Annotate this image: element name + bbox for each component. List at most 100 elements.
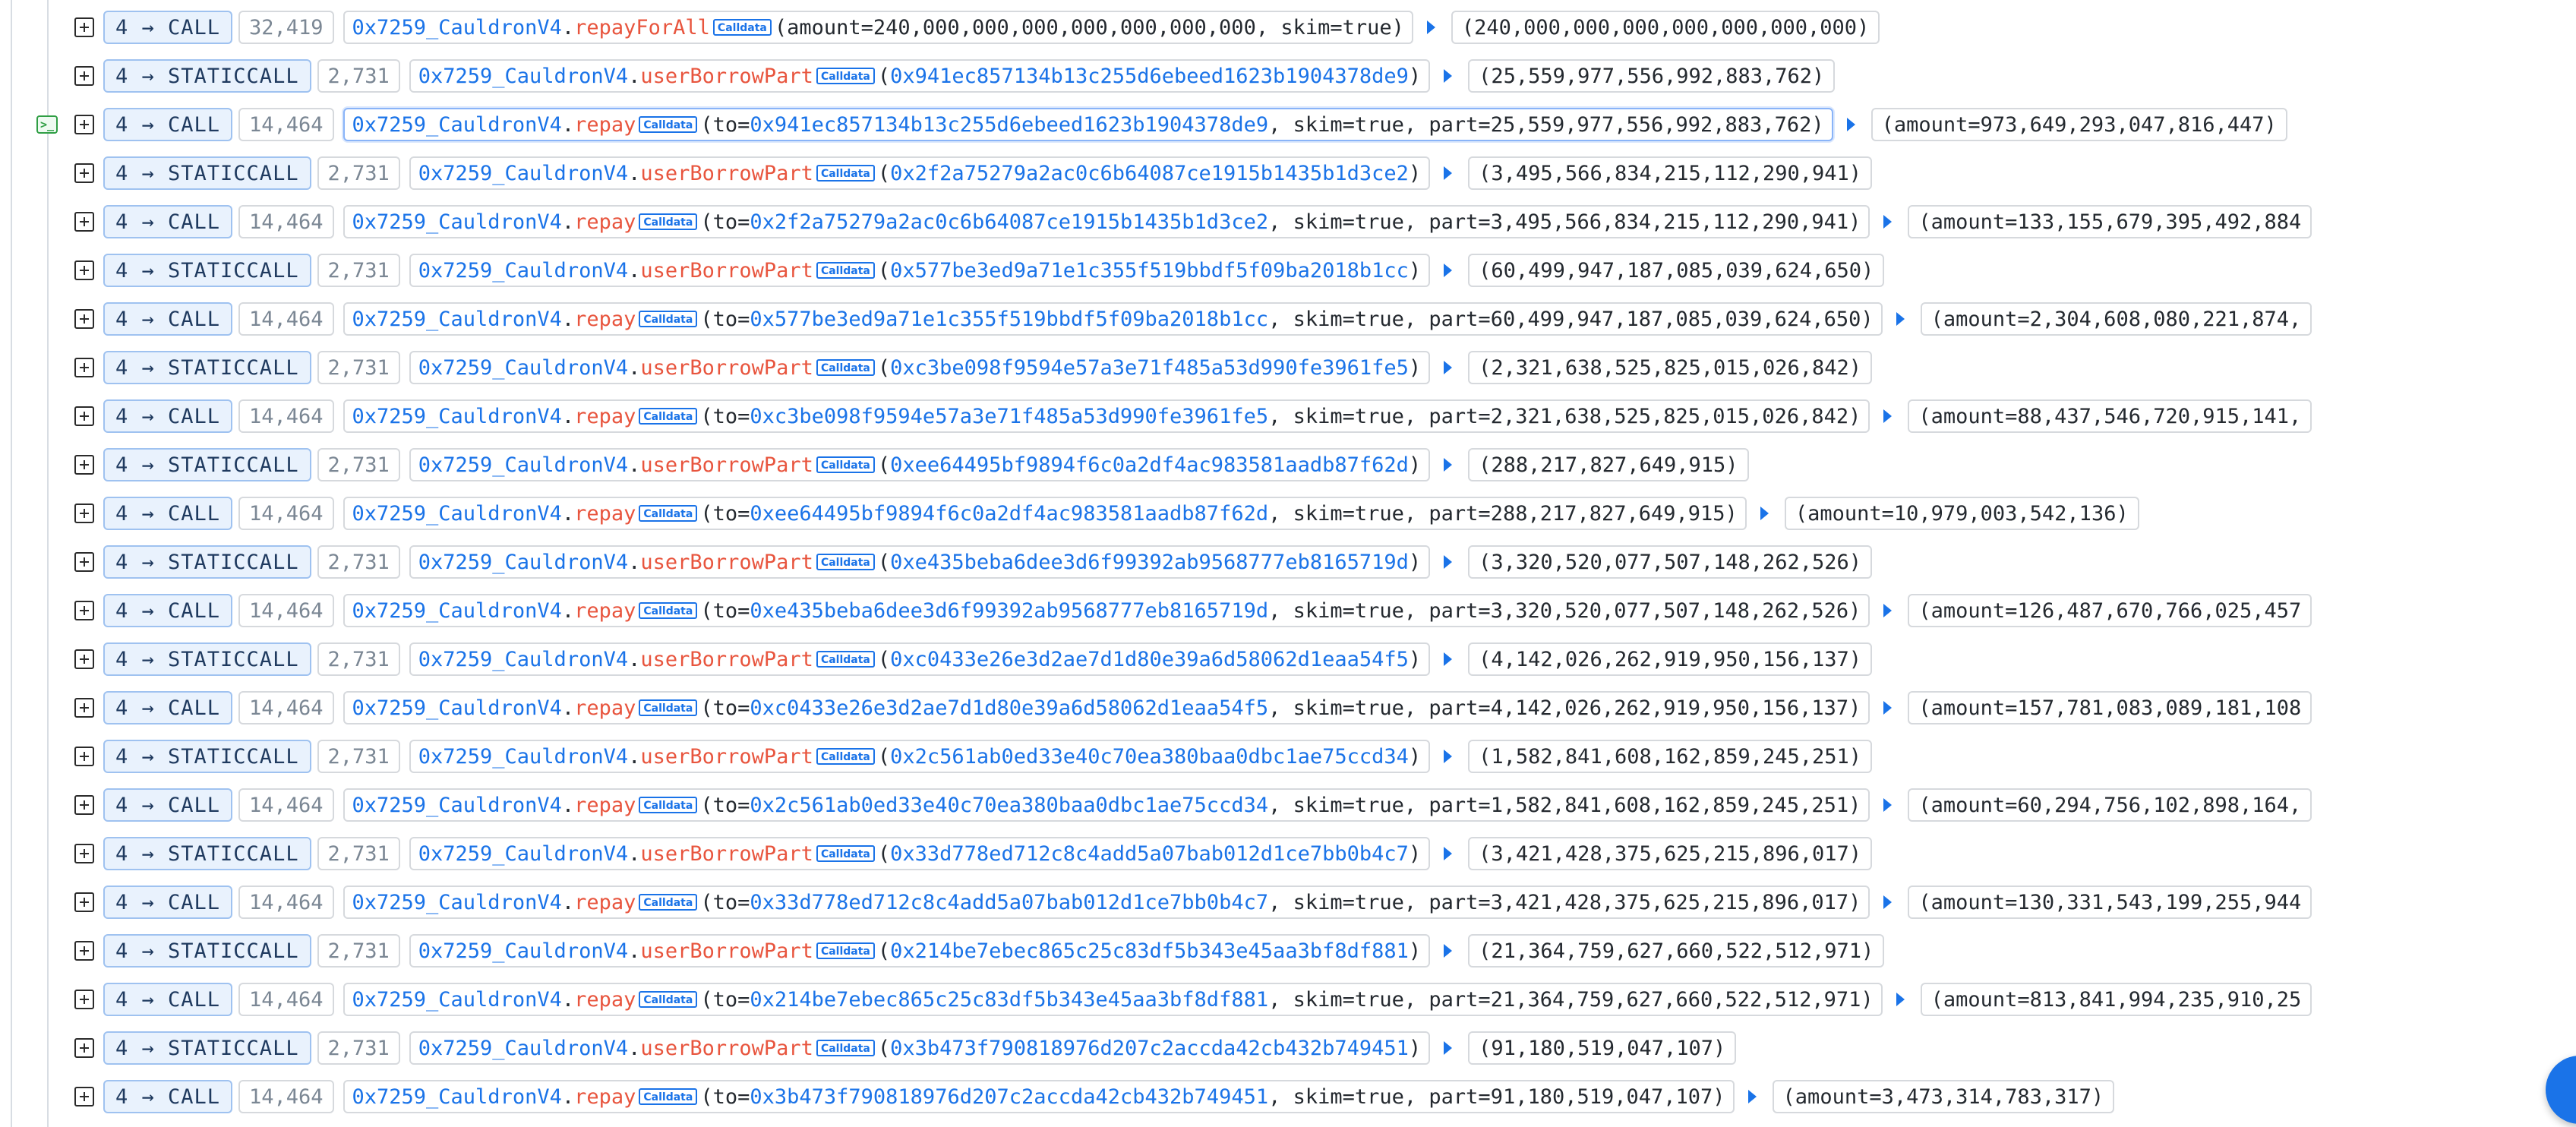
play-arrow-icon[interactable] bbox=[1444, 458, 1453, 472]
method-name[interactable]: repay bbox=[574, 308, 636, 331]
calldata-badge[interactable]: Calldata bbox=[639, 116, 698, 133]
address-link[interactable]: 0x2f2a75279a2ac0c6b64087ce1915b1435b1d3c… bbox=[890, 162, 1409, 185]
address-link[interactable]: 0xee64495bf9894f6c0a2df4ac983581aadb87f6… bbox=[890, 453, 1409, 477]
address-link[interactable]: 0x214be7ebec865c25c83df5b343e45aa3bf8df8… bbox=[750, 988, 1268, 1012]
method-name[interactable]: repay bbox=[574, 891, 636, 914]
address-link[interactable]: 0xe435beba6dee3d6f99392ab9568777eb816571… bbox=[750, 599, 1268, 623]
play-arrow-icon[interactable] bbox=[1444, 555, 1453, 569]
calldata-badge[interactable]: Calldata bbox=[639, 311, 698, 327]
method-name[interactable]: userBorrowPart bbox=[640, 65, 813, 88]
expand-toggle-icon[interactable] bbox=[74, 17, 94, 37]
contract-name[interactable]: 0x7259_CauldronV4 bbox=[352, 308, 562, 331]
method-name[interactable]: repay bbox=[574, 599, 636, 623]
address-link[interactable]: 0xe435beba6dee3d6f99392ab9568777eb816571… bbox=[890, 551, 1409, 574]
method-name[interactable]: userBorrowPart bbox=[640, 259, 813, 283]
calldata-badge[interactable]: Calldata bbox=[816, 845, 875, 862]
calldata-badge[interactable]: Calldata bbox=[639, 1088, 698, 1105]
calldata-badge[interactable]: Calldata bbox=[816, 359, 875, 376]
method-name[interactable]: userBorrowPart bbox=[640, 842, 813, 866]
address-link[interactable]: 0x577be3ed9a71e1c355f519bbdf5f09ba2018b1… bbox=[890, 259, 1409, 283]
contract-name[interactable]: 0x7259_CauldronV4 bbox=[352, 16, 562, 39]
calldata-badge[interactable]: Calldata bbox=[639, 602, 698, 619]
call-signature[interactable]: 0x7259_CauldronV4. repay Calldata (to= 0xee6… bbox=[343, 497, 1747, 530]
calldata-badge[interactable]: Calldata bbox=[816, 748, 875, 765]
method-name[interactable]: userBorrowPart bbox=[640, 162, 813, 185]
call-signature[interactable]: 0x7259_CauldronV4. repay Calldata (to= 0xe43… bbox=[343, 594, 1870, 627]
call-type-badge[interactable]: 4 → STATICCALL bbox=[103, 642, 311, 676]
call-signature[interactable]: 0x7259_CauldronV4. userBorrowPart Calldata… bbox=[409, 934, 1431, 968]
address-link[interactable]: 0x214be7ebec865c25c83df5b343e45aa3bf8df8… bbox=[890, 939, 1409, 963]
calldata-badge[interactable]: Calldata bbox=[816, 942, 875, 959]
call-type-badge[interactable]: 4 → CALL bbox=[103, 788, 233, 822]
calldata-badge[interactable]: Calldata bbox=[816, 165, 875, 182]
contract-name[interactable]: 0x7259_CauldronV4 bbox=[418, 1037, 628, 1060]
call-type-badge[interactable]: 4 → STATICCALL bbox=[103, 1031, 311, 1065]
expand-toggle-icon[interactable] bbox=[74, 552, 94, 572]
play-arrow-icon[interactable] bbox=[1883, 215, 1893, 229]
call-signature[interactable]: 0x7259_CauldronV4. userBorrowPart Calldata… bbox=[409, 545, 1431, 579]
play-arrow-icon[interactable] bbox=[1883, 798, 1893, 812]
play-arrow-icon[interactable] bbox=[1883, 604, 1893, 617]
call-type-badge[interactable]: 4 → STATICCALL bbox=[103, 740, 311, 773]
method-name[interactable]: repay bbox=[574, 502, 636, 526]
call-type-badge[interactable]: 4 → CALL bbox=[103, 886, 233, 919]
contract-name[interactable]: 0x7259_CauldronV4 bbox=[418, 745, 628, 769]
calldata-badge[interactable]: Calldata bbox=[639, 797, 698, 813]
calldata-badge[interactable]: Calldata bbox=[816, 68, 875, 84]
play-arrow-icon[interactable] bbox=[1896, 993, 1905, 1006]
method-name[interactable]: userBorrowPart bbox=[640, 453, 813, 477]
call-type-badge[interactable]: 4 → CALL bbox=[103, 983, 233, 1016]
contract-name[interactable]: 0x7259_CauldronV4 bbox=[418, 842, 628, 866]
call-type-badge[interactable]: 4 → STATICCALL bbox=[103, 934, 311, 968]
expand-toggle-icon[interactable] bbox=[74, 892, 94, 912]
call-signature[interactable]: 0x7259_CauldronV4. userBorrowPart Calldata… bbox=[409, 740, 1431, 773]
play-arrow-icon[interactable] bbox=[1444, 69, 1453, 83]
call-signature[interactable]: 0x7259_CauldronV4. userBorrowPart Calldata… bbox=[409, 1031, 1431, 1065]
expand-toggle-icon[interactable] bbox=[74, 358, 94, 377]
call-type-badge[interactable]: 4 → CALL bbox=[103, 691, 233, 724]
call-type-badge[interactable]: 4 → CALL bbox=[103, 205, 233, 238]
call-signature[interactable]: 0x7259_CauldronV4. userBorrowPart Calldata… bbox=[409, 642, 1431, 676]
calldata-badge[interactable]: Calldata bbox=[639, 505, 698, 522]
calldata-badge[interactable]: Calldata bbox=[639, 213, 698, 230]
address-link[interactable]: 0xc0433e26e3d2ae7d1d80e39a6d58062d1eaa54… bbox=[750, 696, 1268, 720]
address-link[interactable]: 0xc3be098f9594e57a3e71f485a53d990fe3961f… bbox=[890, 356, 1409, 380]
play-arrow-icon[interactable] bbox=[1760, 507, 1769, 520]
method-name[interactable]: userBorrowPart bbox=[640, 648, 813, 671]
expand-toggle-icon[interactable] bbox=[74, 309, 94, 329]
method-name[interactable]: userBorrowPart bbox=[640, 551, 813, 574]
contract-name[interactable]: 0x7259_CauldronV4 bbox=[352, 599, 562, 623]
address-link[interactable]: 0xc0433e26e3d2ae7d1d80e39a6d58062d1eaa54… bbox=[890, 648, 1409, 671]
call-signature[interactable]: 0x7259_CauldronV4. repay Calldata (to= 0x941… bbox=[343, 108, 1833, 141]
call-signature[interactable]: 0x7259_CauldronV4. repayForAll Calldata (am… bbox=[343, 11, 1413, 44]
method-name[interactable]: repay bbox=[574, 113, 636, 137]
expand-toggle-icon[interactable] bbox=[74, 795, 94, 815]
contract-name[interactable]: 0x7259_CauldronV4 bbox=[352, 113, 562, 137]
method-name[interactable]: userBorrowPart bbox=[640, 939, 813, 963]
expand-toggle-icon[interactable] bbox=[74, 260, 94, 280]
play-arrow-icon[interactable] bbox=[1883, 895, 1893, 909]
method-name[interactable]: repayForAll bbox=[574, 16, 710, 39]
contract-name[interactable]: 0x7259_CauldronV4 bbox=[418, 551, 628, 574]
call-type-badge[interactable]: 4 → CALL bbox=[103, 302, 233, 336]
call-signature[interactable]: 0x7259_CauldronV4. repay Calldata (to= 0xc3b… bbox=[343, 399, 1870, 433]
call-type-badge[interactable]: 4 → CALL bbox=[103, 594, 233, 627]
call-type-badge[interactable]: 4 → STATICCALL bbox=[103, 448, 311, 481]
calldata-badge[interactable]: Calldata bbox=[816, 1040, 875, 1056]
play-arrow-icon[interactable] bbox=[1883, 701, 1893, 715]
contract-name[interactable]: 0x7259_CauldronV4 bbox=[352, 988, 562, 1012]
method-name[interactable]: userBorrowPart bbox=[640, 356, 813, 380]
address-link[interactable]: 0x2c561ab0ed33e40c70ea380baa0dbc1ae75ccd… bbox=[750, 794, 1268, 817]
contract-name[interactable]: 0x7259_CauldronV4 bbox=[418, 65, 628, 88]
calldata-badge[interactable]: Calldata bbox=[639, 408, 698, 425]
play-arrow-icon[interactable] bbox=[1444, 1041, 1453, 1055]
method-name[interactable]: repay bbox=[574, 1085, 636, 1109]
address-link[interactable]: 0x941ec857134b13c255d6ebeed1623b1904378d… bbox=[750, 113, 1268, 137]
contract-name[interactable]: 0x7259_CauldronV4 bbox=[352, 794, 562, 817]
call-signature[interactable]: 0x7259_CauldronV4. userBorrowPart Calldata… bbox=[409, 59, 1431, 93]
call-signature[interactable]: 0x7259_CauldronV4. repay Calldata (to= 0x33d… bbox=[343, 886, 1870, 919]
contract-name[interactable]: 0x7259_CauldronV4 bbox=[352, 696, 562, 720]
calldata-badge[interactable]: Calldata bbox=[712, 19, 772, 36]
call-type-badge[interactable]: 4 → CALL bbox=[103, 1080, 233, 1113]
call-type-badge[interactable]: 4 → CALL bbox=[103, 497, 233, 530]
